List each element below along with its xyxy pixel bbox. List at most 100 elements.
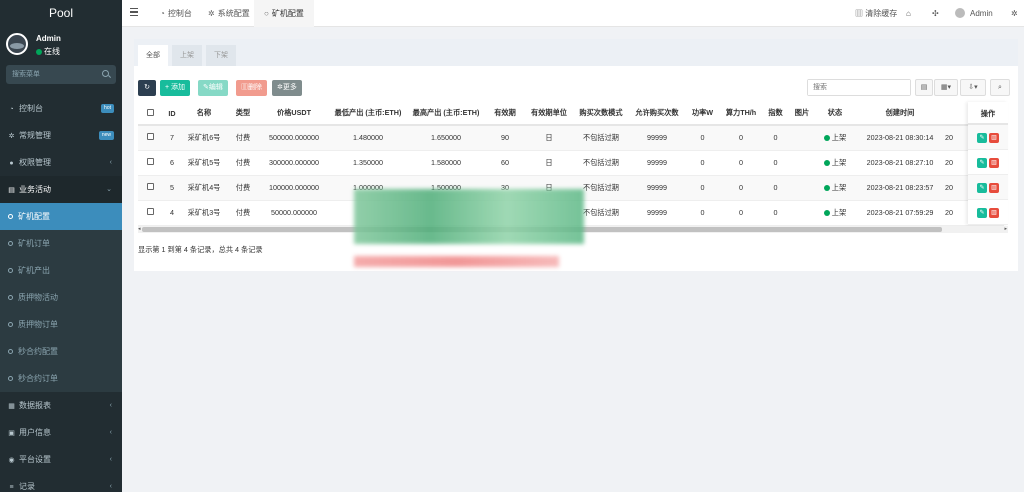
tab-miner-config[interactable]: ○ 矿机配置 (254, 0, 314, 27)
sidebar-item-dashboard[interactable]: ◔ 控制台 hot (0, 95, 122, 122)
chevron-left-icon: ‹ (109, 159, 112, 166)
menu-search[interactable] (6, 65, 116, 84)
sidebar-subitem-contract-orders[interactable]: 秒合约订单 (0, 365, 122, 392)
cell-min-output: 1.480000 (329, 125, 407, 151)
checkbox[interactable] (147, 208, 154, 215)
more-button[interactable]: ✲更多 (272, 80, 302, 96)
cell-name: 采矿机3号 (181, 200, 227, 226)
edit-row-button[interactable]: ✎ (977, 208, 987, 218)
column-header[interactable]: 状态 (815, 102, 855, 126)
advanced-search-button[interactable]: ⌕ (990, 79, 1010, 96)
delete-row-button[interactable]: ▥ (989, 208, 999, 218)
more-label: 更多 (282, 84, 297, 91)
tab-on-shelf[interactable]: 上架 (172, 45, 202, 66)
column-header[interactable]: 指数 (762, 102, 789, 126)
scroll-right-icon[interactable]: ▸ (1004, 226, 1007, 233)
delete-row-button[interactable]: ▥ (989, 133, 999, 143)
export-button[interactable]: ⇩▾ (960, 79, 986, 96)
fullscreen-icon[interactable]: ✣ (932, 0, 939, 27)
settings-icon[interactable]: ✲ (1011, 0, 1018, 27)
row-select[interactable] (138, 175, 163, 201)
tab-off-shelf[interactable]: 下架 (206, 45, 236, 66)
column-header[interactable]: 类型 (227, 102, 259, 126)
avatar (6, 33, 28, 55)
trash-icon: ▥ (241, 84, 248, 91)
sidebar-subitem-miner-orders[interactable]: 矿机订单 (0, 230, 122, 257)
edit-row-button[interactable]: ✎ (977, 133, 987, 143)
column-header[interactable]: 价格USDT (259, 102, 329, 126)
column-header[interactable]: 允许购买次数 (629, 102, 685, 126)
column-header[interactable]: 图片 (789, 102, 815, 126)
tab-dashboard[interactable]: ◔ 控制台 (154, 0, 198, 27)
sidebar-subitem-miner-output[interactable]: 矿机产出 (0, 257, 122, 284)
column-header[interactable]: 最低产出 (主币:ETH) (329, 102, 407, 126)
export-icon: ⇩▾ (968, 84, 978, 91)
select-all-checkbox[interactable] (138, 102, 163, 126)
tab-system-config[interactable]: ✲ 系统配置 (202, 0, 256, 27)
hamburger-menu-icon[interactable] (130, 8, 138, 16)
search-icon[interactable] (102, 70, 109, 77)
toggle-view-button[interactable]: ▤ (915, 79, 933, 96)
checkbox[interactable] (147, 108, 154, 116)
column-header[interactable]: 最高产出 (主币:ETH) (407, 102, 485, 126)
sidebar-item-records[interactable]: ≡ 记录 ‹ (0, 473, 122, 492)
sidebar-item-label: 平台设置 (19, 455, 51, 464)
sidebar-subitem-contract-config[interactable]: 秒合约配置 (0, 338, 122, 365)
column-header[interactable]: 功率W (685, 102, 720, 126)
checkbox[interactable] (147, 133, 154, 141)
table-row[interactable]: 6 采矿机5号 付费 300000.000000 1.350000 1.5800… (138, 150, 1004, 176)
scroll-left-icon[interactable]: ◂ (138, 226, 141, 233)
column-header[interactable]: ID (163, 102, 181, 126)
row-select[interactable] (138, 200, 163, 226)
column-header[interactable]: 有效期单位 (525, 102, 573, 126)
brand-logo[interactable]: Pool (0, 0, 122, 27)
sidebar-item-reports[interactable]: ▦ 数据报表 ‹ (0, 392, 122, 419)
sidebar-item-platform[interactable]: ◉ 平台设置 ‹ (0, 446, 122, 473)
column-header[interactable]: 创建时间 (855, 102, 945, 126)
delete-row-button[interactable]: ▥ (989, 183, 999, 193)
status-badge[interactable]: 上架 (815, 175, 855, 201)
add-button[interactable]: + 添加 (160, 80, 191, 96)
delete-button[interactable]: ▥删除 (236, 80, 267, 96)
topbar-user-name: Admin (970, 9, 993, 18)
column-header[interactable]: 算力TH/h (720, 102, 762, 126)
table-search-input[interactable] (808, 80, 910, 95)
user-menu[interactable]: Admin (955, 0, 993, 27)
sidebar-subitem-label: 矿机配置 (18, 212, 50, 221)
sidebar-subitem-pledge-activity[interactable]: 质押物活动 (0, 284, 122, 311)
tab-label: 系统配置 (217, 9, 250, 18)
row-select[interactable] (138, 125, 163, 151)
edit-row-button[interactable]: ✎ (977, 158, 987, 168)
cell-index: 0 (762, 200, 789, 226)
checkbox[interactable] (147, 183, 154, 190)
row-select[interactable] (138, 150, 163, 176)
sidebar-item-permission[interactable]: ● 权限管理 ‹ (0, 149, 122, 176)
cell-power: 0 (685, 150, 720, 176)
tab-all[interactable]: 全部 (138, 45, 168, 66)
columns-button[interactable]: ▦▾ (934, 79, 958, 96)
edit-row-button[interactable]: ✎ (977, 183, 987, 193)
clear-cache-button[interactable]: ▥ 清除缓存 (855, 0, 897, 27)
sidebar-subitem-miner-config[interactable]: 矿机配置 (0, 203, 122, 230)
status-badge[interactable]: 上架 (815, 150, 855, 176)
sidebar-item-users[interactable]: ▣ 用户信息 ‹ (0, 419, 122, 446)
sidebar-item-business[interactable]: ▤ 业务活动 ⌄ (0, 176, 122, 203)
sidebar-item-general[interactable]: ✲ 常规管理 new (0, 122, 122, 149)
sidebar-subitem-pledge-orders[interactable]: 质押物订单 (0, 311, 122, 338)
status-badge[interactable]: 上架 (815, 125, 855, 151)
delete-row-button[interactable]: ▥ (989, 158, 999, 168)
edit-button[interactable]: ✎编辑 (198, 80, 228, 96)
column-header[interactable]: 有效期 (485, 102, 525, 126)
table-row[interactable]: 7 采矿机6号 付费 500000.000000 1.480000 1.6500… (138, 125, 1004, 151)
status-badge[interactable]: 上架 (815, 200, 855, 226)
table-search[interactable] (807, 79, 911, 96)
refresh-button[interactable]: ↻ (138, 80, 156, 96)
cell-type: 付费 (227, 125, 259, 151)
cell-image (789, 150, 815, 176)
column-header[interactable]: 购买次数模式 (573, 102, 629, 126)
operations-row: ✎ ▥ (968, 200, 1008, 225)
column-header[interactable]: 名称 (181, 102, 227, 126)
menu-search-input[interactable] (6, 65, 116, 84)
home-icon[interactable]: ⌂ (906, 0, 911, 27)
checkbox[interactable] (147, 158, 154, 165)
